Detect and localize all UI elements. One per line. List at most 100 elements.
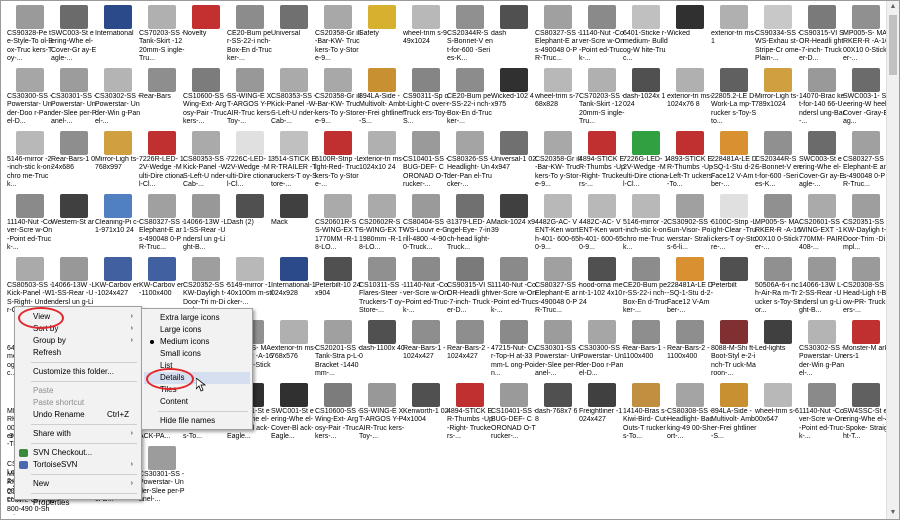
file-item[interactable]: 3514-STICK ER-TRAILER -Truckers-T oy-Sto… (271, 129, 317, 197)
file-item[interactable]: 50506A-6-i nch-Air-Ra m-Trucker s-Toy-St… (755, 255, 801, 323)
file-item[interactable]: CS30300-SS -Powerstar- Under-Doo r-Panel… (579, 318, 625, 386)
file-item[interactable]: CS20308-SS -Head-Ligh t-Brow-PR- Trucker… (843, 255, 889, 323)
file-item[interactable]: Safety (359, 3, 405, 71)
file-item[interactable]: CE20-Bum per-SS-22-i nch-Box-En d-Trucke… (227, 3, 273, 71)
file-item[interactable]: 7226R-LED- 12V-Wedge -Multi-Dire ctional… (139, 129, 185, 197)
file-item[interactable]: 8088-M-Shi ft-Boot-Styl e-2-inch-Tr uck-… (711, 318, 757, 386)
file-item[interactable]: CS30300-SS -Powerstar- Under-Doo r-Panel… (7, 66, 53, 134)
file-item[interactable]: CS10401-SS -BUG-DEF- CORONAD O-Trucker-.… (403, 129, 449, 197)
file-item[interactable]: 228481A-LE D-SQ-1-Stu d-2-Face12 V-Amber… (667, 255, 713, 323)
file-item[interactable]: dash-768x7 68 (535, 381, 581, 449)
file-item[interactable]: exterior-tri ms-1024x76 8 (667, 66, 713, 134)
file-item[interactable]: SWC003-St eering-Whe el-Cover-Gr ay-Eagl… (799, 129, 845, 197)
file-item[interactable]: SWC003-1- Steering-W heel-Cover -Gray-Ea… (843, 66, 889, 134)
file-item[interactable]: exterior-tri ms-1024x10 24 (359, 129, 405, 197)
file-item[interactable]: 14066-13W L-2-SS-Rear -Undersl un g-Ligh… (799, 255, 845, 323)
file-item[interactable]: Wicked-102 4x975 (491, 66, 537, 134)
file-item[interactable]: Wicked (667, 3, 713, 71)
file-item[interactable]: 11140-Nut -Cover-Scre w-On-Point ed-Truc… (799, 381, 845, 449)
file-item[interactable]: CS30301-SS -Powerstar- Under-Slee per-Pa… (51, 66, 97, 134)
file-item[interactable]: CS30301-SS -Powerstar- Under-Slee per-Pa… (535, 318, 581, 386)
file-item[interactable]: 14070-Brac ket-for-140 66-Undersl ung-Ba… (799, 66, 845, 134)
file-item[interactable]: 47215-Nut- Cvr-Top-H at-33mm-L ong-Poin.… (491, 318, 537, 386)
menu-item-new[interactable]: New › (17, 478, 139, 490)
file-item[interactable]: Rear-Bars (139, 66, 185, 134)
vertical-scrollbar[interactable]: ▲ ▼ (886, 1, 899, 519)
file-item[interactable]: CS20358-Gr ill-Bar-KW- Truckers-To y-Sto… (535, 129, 581, 197)
file-item[interactable]: Monster-M arkers-1 (843, 318, 889, 386)
file-item[interactable]: CS20602R-S S-WING-EX T-1980mm -R-18-LO..… (359, 192, 405, 260)
menu-item-hide-file-names[interactable]: Hide file names (144, 415, 250, 427)
file-item[interactable]: CS30301-SS -Powerstar- Under-Slee per-Pa… (139, 444, 185, 512)
file-item[interactable]: 4482C-AC- VENT-Ken worth-401- 600-650-9.… (579, 192, 625, 260)
menu-item-content[interactable]: Content (144, 396, 250, 408)
menu-item-customize-this-folder[interactable]: Customize this folder... (17, 366, 139, 378)
menu-item-undo-rename[interactable]: Undo Rename Ctrl+Z (17, 409, 139, 421)
file-item[interactable]: CS80353-SS -Kick-Panel -WS-Left-U nder-C… (271, 66, 317, 134)
file-item[interactable]: Peterbilt (711, 255, 757, 323)
file-item[interactable]: Rear-Bars-1 -1100x400 (623, 318, 669, 386)
file-item[interactable]: Peterbilt-10 24x904 (315, 255, 361, 323)
file-item[interactable]: 11140-Nut -Cover-Scre w-On-Point ed-Truc… (7, 192, 53, 260)
file-item[interactable]: CS30902-SS -Sun-Visor- Powerstar- Strali… (667, 192, 713, 260)
file-item[interactable]: CS80327-SS -Elephant-E ars-490048 0-PR-T… (843, 129, 889, 197)
file-item[interactable]: 14140-Bras s-Kiwi-Bird- Cut-Outs-T rucke… (623, 381, 669, 449)
file-item[interactable]: CS30302-SS -Powerstar- Under-Win g-Panel… (799, 318, 845, 386)
file-item[interactable]: CS20201-SS -Tank-Stra p-L-Bracket -1440m… (315, 318, 361, 386)
file-item[interactable]: Kenworth-1 024x1004 (403, 381, 449, 449)
file-item[interactable]: CS10600-SS -Wing-Ext- Argosy-Pair -Truck… (183, 66, 229, 134)
file-item[interactable]: CS20601R-S S-WING-EX T-1770MM -R-18-LO..… (315, 192, 361, 260)
menu-item-medium-icons[interactable]: Medium icons (144, 336, 250, 348)
file-item[interactable]: CS90315-VI SOR-Headli ght-7-inch- Trucke… (799, 3, 845, 71)
menu-item-tortoisesvn[interactable]: TortoiseSVN › (17, 459, 139, 471)
file-item[interactable]: CS20358-Gr ill-Bar-KW- Truckers-To y-Sto… (315, 66, 361, 134)
file-item[interactable]: CE20-Bum per-SS-22-i nch-Box-En d-Trucke… (447, 66, 493, 134)
file-item[interactable]: CS10401-SS -BUG-DEF- CORONAD O-Trucker-.… (491, 381, 537, 449)
scroll-down-arrow-icon[interactable]: ▼ (887, 507, 899, 519)
file-item[interactable]: Led-lights (755, 318, 801, 386)
file-item[interactable]: SS-WING-E XT-ARGOS Y-PAIR-Truc kers-Toy-… (359, 381, 405, 449)
file-item[interactable]: dash-1100x 400 (359, 318, 405, 386)
file-item[interactable]: Universal (271, 3, 317, 71)
menu-item-refresh[interactable]: Refresh (17, 347, 139, 359)
file-item[interactable]: SWC001-St eering-Whe el-Cover-Bl ack-Eag… (271, 381, 317, 449)
file-item[interactable]: 4894-STICK ER-Thumbs -Up-Right- Truckers… (579, 129, 625, 197)
file-item[interactable]: CS10311-SS -Flares-Steer -Truckers-T oy-… (359, 255, 405, 323)
file-item[interactable]: SS-WING-E XT-ARGOS Y-PAIR-Truc kers-Toy-… (227, 66, 273, 134)
menu-item-group-by[interactable]: Group by › (17, 335, 139, 347)
scroll-up-arrow-icon[interactable]: ▲ (887, 1, 899, 13)
file-item[interactable]: 894LA-Side -Multivolt- Amber-Frei ghtlin… (711, 381, 757, 449)
file-item[interactable]: CS70203-SS -Tank-Skirt -1220mm-S ingle-T… (139, 3, 185, 71)
file-item[interactable]: Western-St ar (51, 192, 97, 260)
file-item[interactable]: CS80327-SS -Elephant-E ars-490048 0-PR-T… (535, 3, 581, 71)
file-item[interactable]: 11140-Nut -Cover-Scre w-On-Point ed-Truc… (403, 255, 449, 323)
file-item[interactable]: 14066-13W -L1-SS-Rear -Undersl un g-Ligh… (183, 192, 229, 260)
file-item[interactable]: 7226G-LED- 12V-Wedge -Multi-Dire ctional… (623, 129, 669, 197)
file-item[interactable]: Mack-1024 x939 (491, 192, 537, 260)
file-item[interactable]: CS80326-SS -Headlight- Under-Pan el-Truc… (447, 129, 493, 197)
file-item[interactable]: hood-orna ment-1-102 4x1024 (579, 255, 625, 323)
file-item[interactable]: Mirror-Ligh ts-768x997 (95, 129, 141, 197)
file-item[interactable]: CS90334-SS -WS-Exhau st-Stripe-Cr ome-Pl… (755, 3, 801, 71)
file-item[interactable]: Rear-Bars-1 -1024x427 (403, 318, 449, 386)
file-item[interactable]: CS80353-SS -Kick-Panel -WS-Left-U nder-C… (183, 129, 229, 197)
file-item[interactable]: CS90311-Sp ot-Light-C over-Truck ers-Toy… (403, 66, 449, 134)
scrollbar-thumb[interactable] (889, 15, 897, 75)
menu-item-properties[interactable]: Properties (17, 497, 139, 509)
file-item[interactable]: Novelty (183, 3, 229, 71)
file-item[interactable]: Mack (271, 192, 317, 260)
file-item[interactable]: 6100R-Strip -Light-Red- Truckers-To y-St… (315, 129, 361, 197)
file-item[interactable]: wheel-trim s-949x1024 (403, 3, 449, 71)
menu-item-svn-checkout[interactable]: SVN Checkout... (17, 447, 139, 459)
file-item[interactable]: SWC003-St eering-Whe el-Cover-Gr ay-Eagl… (51, 3, 97, 71)
file-item[interactable]: MP005-S- MARKER-R -A-1600X10 0-Sticker-.… (755, 192, 801, 260)
file-item[interactable]: wheel-trim s-768x828 (535, 66, 581, 134)
menu-item-large-icons[interactable]: Large icons (144, 324, 250, 336)
file-item[interactable]: CS20601-SS -WING-EXT -1770MM- PAIR-408-.… (799, 192, 845, 260)
file-item[interactable]: CS80308-SS -Headlight- Backing-49 00-Sho… (667, 381, 713, 449)
file-item[interactable]: 4482G-AC- VENT-Ken worth-401- 600-650-9.… (535, 192, 581, 260)
file-item[interactable]: 228481A-LE D-SQ-1-Stu d-2-Face12 V-Amber… (711, 129, 757, 197)
menu-item-share-with[interactable]: Share with › (17, 428, 139, 440)
file-item[interactable]: CS20351-SS -KW-Dayligh t-Door-Trim -Dimp… (843, 192, 889, 260)
file-item[interactable]: dash (491, 3, 537, 71)
